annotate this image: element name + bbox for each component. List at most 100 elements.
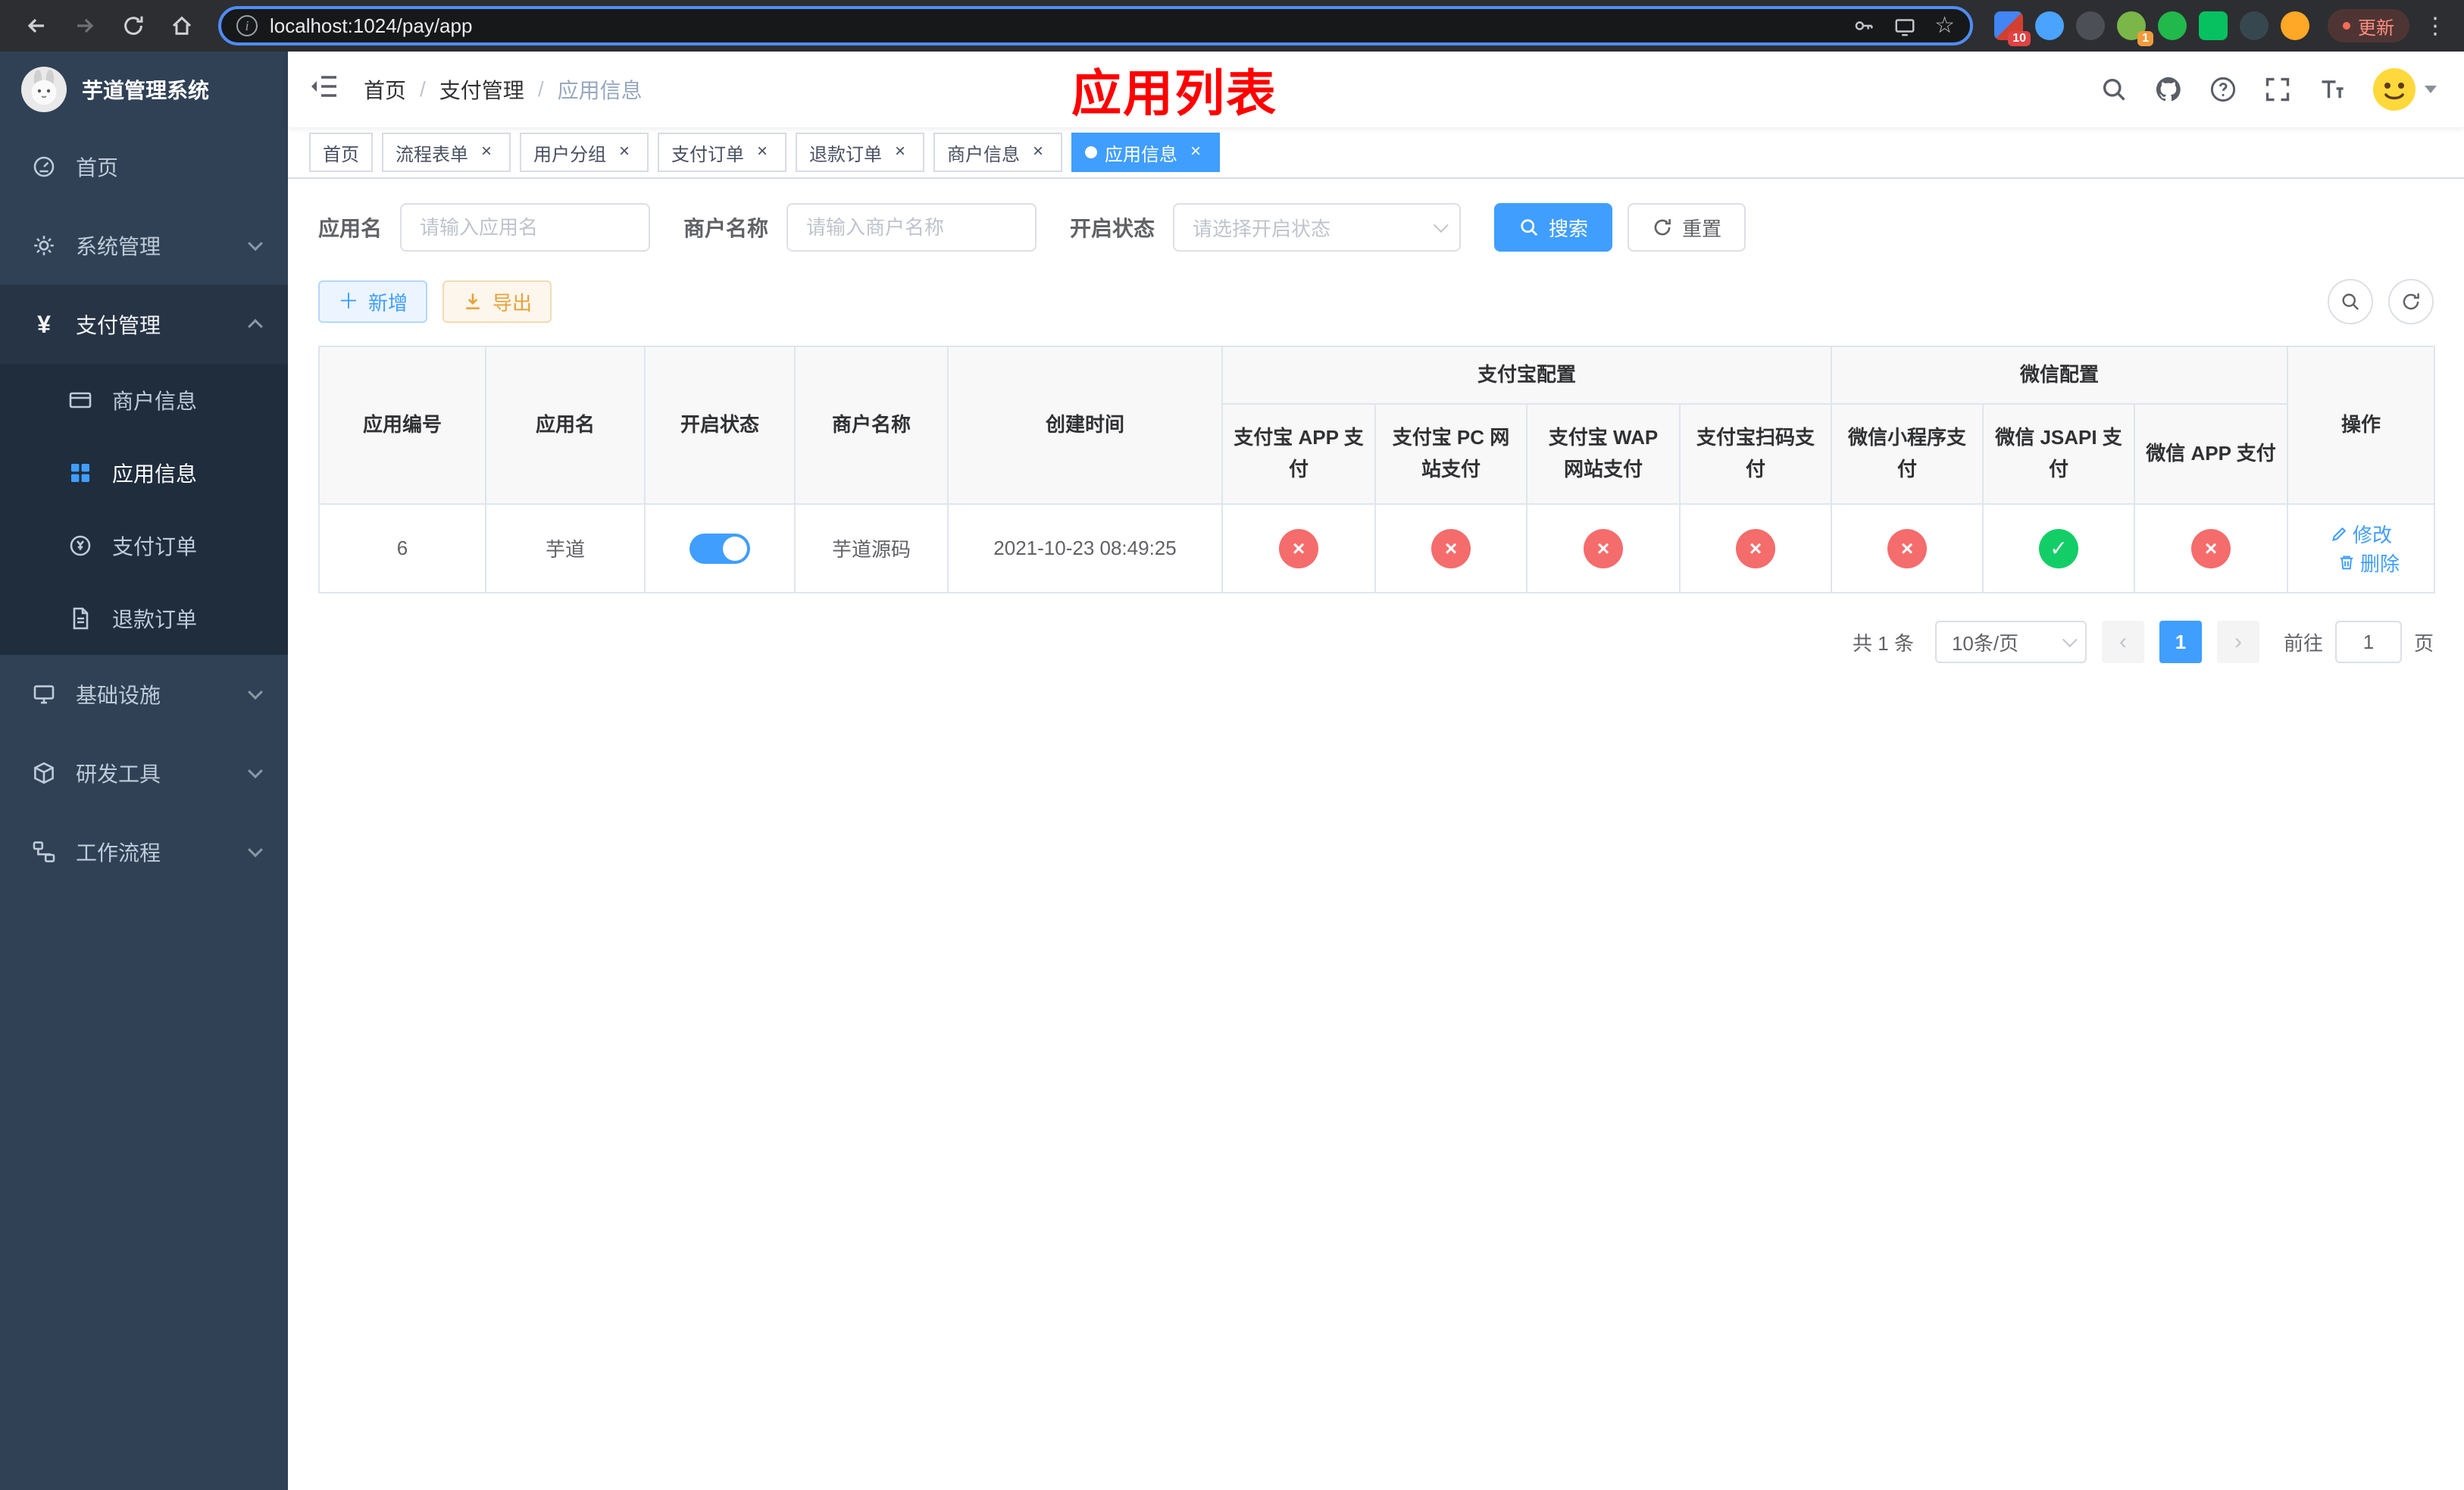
extension-icon-2[interactable] (2035, 11, 2064, 40)
cell-actions: 修改 删除 (2287, 503, 2436, 593)
tab-bar: 首页 流程表单 × 用户分组 × 支付订单 × 退款订单 × 商户信息 × 应用… (288, 127, 2464, 179)
refresh-table-button[interactable] (2388, 279, 2434, 324)
delete-button[interactable]: 删除 (2337, 549, 2400, 577)
fullscreen-icon[interactable] (2262, 74, 2293, 105)
close-icon[interactable]: × (890, 142, 911, 163)
reset-button[interactable]: 重置 (1628, 203, 1746, 252)
monitor-icon (30, 682, 58, 706)
app-table: 应用编号 应用名 开启状态 商户名称 创建时间 支付宝配置 微信配置 操作 支付… (318, 346, 2436, 593)
chevron-down-icon (1433, 218, 1449, 233)
sidebar-item-home[interactable]: 首页 (0, 127, 288, 206)
search-icon[interactable] (2099, 74, 2129, 105)
cell-app-name: 芋道 (485, 503, 646, 593)
github-icon[interactable] (2153, 74, 2184, 105)
sidebar-item-infrastructure[interactable]: 基础设施 (0, 655, 288, 734)
extension-icon-6[interactable] (2199, 11, 2228, 40)
sidebar-item-payment[interactable]: ¥ 支付管理 (0, 285, 288, 364)
page-size-select[interactable]: 10条/页 (1934, 621, 2087, 663)
col-wx-app: 微信 APP 支付 (2134, 403, 2289, 505)
col-alipay-wap: 支付宝 WAP 网站支付 (1526, 403, 1681, 505)
sidebar-item-dev-tools[interactable]: 研发工具 (0, 734, 288, 812)
update-label: 更新 (2358, 17, 2394, 39)
add-button[interactable]: ＋ 新增 (318, 280, 428, 323)
total-count: 共 1 条 (1853, 631, 1914, 655)
col-merchant: 商户名称 (794, 346, 949, 505)
status-select[interactable]: 请选择开启状态 (1173, 203, 1462, 252)
prev-page-button[interactable]: ‹ (2101, 621, 2144, 663)
goto-page-input[interactable] (2334, 621, 2402, 663)
browser-toolbar: i localhost:1024/pay/app ☆ 10 1 更新 ⋮ (0, 0, 2464, 52)
close-icon[interactable]: × (614, 142, 635, 163)
sidebar-item-app-info[interactable]: 应用信息 (0, 437, 288, 509)
search-button[interactable]: 搜索 (1494, 203, 1613, 252)
refresh-page-icon[interactable] (112, 5, 155, 47)
tab-pay-order[interactable]: 支付订单 × (658, 133, 786, 172)
pagination: 共 1 条 10条/页 ‹ 1 › 前往 页 (318, 621, 2434, 663)
close-icon[interactable]: × (1185, 142, 1206, 163)
merchant-name-input[interactable] (786, 203, 1037, 252)
extension-icon-3[interactable] (2076, 11, 2105, 40)
extension-icon-1[interactable]: 10 (1994, 11, 2031, 46)
password-key-icon[interactable] (1853, 14, 1875, 37)
app-name-input[interactable] (400, 203, 651, 252)
share-icon[interactable] (1893, 14, 1916, 37)
font-size-icon[interactable] (2317, 74, 2347, 105)
back-icon[interactable] (15, 5, 58, 47)
url-text[interactable]: localhost:1024/pay/app (270, 14, 1840, 38)
user-avatar[interactable] (2372, 67, 2437, 112)
extension-badge: 1 (2137, 31, 2153, 46)
show-search-button[interactable] (2328, 279, 2373, 324)
update-dot (2343, 22, 2350, 30)
help-icon[interactable] (2208, 74, 2238, 105)
extension-icon-7[interactable] (2240, 11, 2269, 40)
col-status: 开启状态 (644, 346, 796, 505)
edit-button[interactable]: 修改 (2330, 520, 2392, 548)
breadcrumb: 首页 / 支付管理 / 应用信息 (364, 74, 643, 105)
status-toggle[interactable] (689, 533, 750, 564)
tab-home[interactable]: 首页 (309, 133, 373, 172)
cell-status (644, 503, 796, 593)
chevron-down-icon (2062, 632, 2078, 648)
extension-icon-4[interactable]: 1 (2117, 11, 2153, 46)
alipay-pc-status-icon: × (1431, 528, 1471, 568)
sidebar: 芋道管理系统 首页 系统管理 ¥ 支付管理 商户信息 应用信息 支付订单 退款订… (0, 52, 288, 1490)
close-icon[interactable]: × (752, 142, 773, 163)
browser-update-button[interactable]: 更新 (2328, 9, 2409, 42)
tab-app-info[interactable]: 应用信息 × (1071, 133, 1220, 172)
bookmark-star-icon[interactable]: ☆ (1934, 14, 1955, 37)
tab-refund-order[interactable]: 退款订单 × (796, 133, 924, 172)
cell-merchant: 芋道源码 (794, 503, 949, 593)
sidebar-fold-icon[interactable] (309, 73, 342, 106)
extension-icon-8[interactable] (2281, 11, 2309, 40)
chevron-down-icon (248, 763, 263, 779)
filter-form: 应用名 商户名称 开启状态 请选择开启状态 搜索 (318, 203, 2434, 252)
extension-badge: 10 (2008, 31, 2031, 46)
tab-user-group[interactable]: 用户分组 × (520, 133, 649, 172)
sidebar-item-workflow[interactable]: 工作流程 (0, 812, 288, 891)
export-button[interactable]: 导出 (442, 280, 552, 323)
address-bar[interactable]: i localhost:1024/pay/app ☆ (218, 6, 1973, 45)
tab-process-form[interactable]: 流程表单 × (382, 133, 511, 172)
breadcrumb-home[interactable]: 首页 (364, 74, 406, 105)
sidebar-item-system[interactable]: 系统管理 (0, 206, 288, 285)
extensions-row: 10 1 (1994, 11, 2309, 46)
cell-app-id: 6 (318, 503, 486, 593)
status-label: 开启状态 (1070, 217, 1155, 240)
sidebar-item-refund-order[interactable]: 退款订单 (0, 582, 288, 655)
page-number-1[interactable]: 1 (2159, 621, 2202, 663)
workflow-icon (30, 840, 58, 864)
grid-icon (67, 461, 94, 485)
close-icon[interactable]: × (476, 142, 497, 163)
forward-icon[interactable] (64, 5, 106, 47)
breadcrumb-payment[interactable]: 支付管理 (439, 74, 524, 105)
home-icon[interactable] (161, 5, 203, 47)
site-info-icon[interactable]: i (236, 15, 258, 36)
browser-menu-icon[interactable]: ⋮ (2422, 5, 2449, 47)
sidebar-item-pay-order[interactable]: 支付订单 (0, 509, 288, 582)
extension-icon-5[interactable] (2158, 11, 2187, 40)
close-icon[interactable]: × (1027, 142, 1049, 163)
tab-merchant-info[interactable]: 商户信息 × (933, 133, 1062, 172)
sidebar-item-merchant-info[interactable]: 商户信息 (0, 364, 288, 437)
next-page-button[interactable]: › (2216, 621, 2259, 663)
col-created: 创建时间 (947, 346, 1223, 505)
